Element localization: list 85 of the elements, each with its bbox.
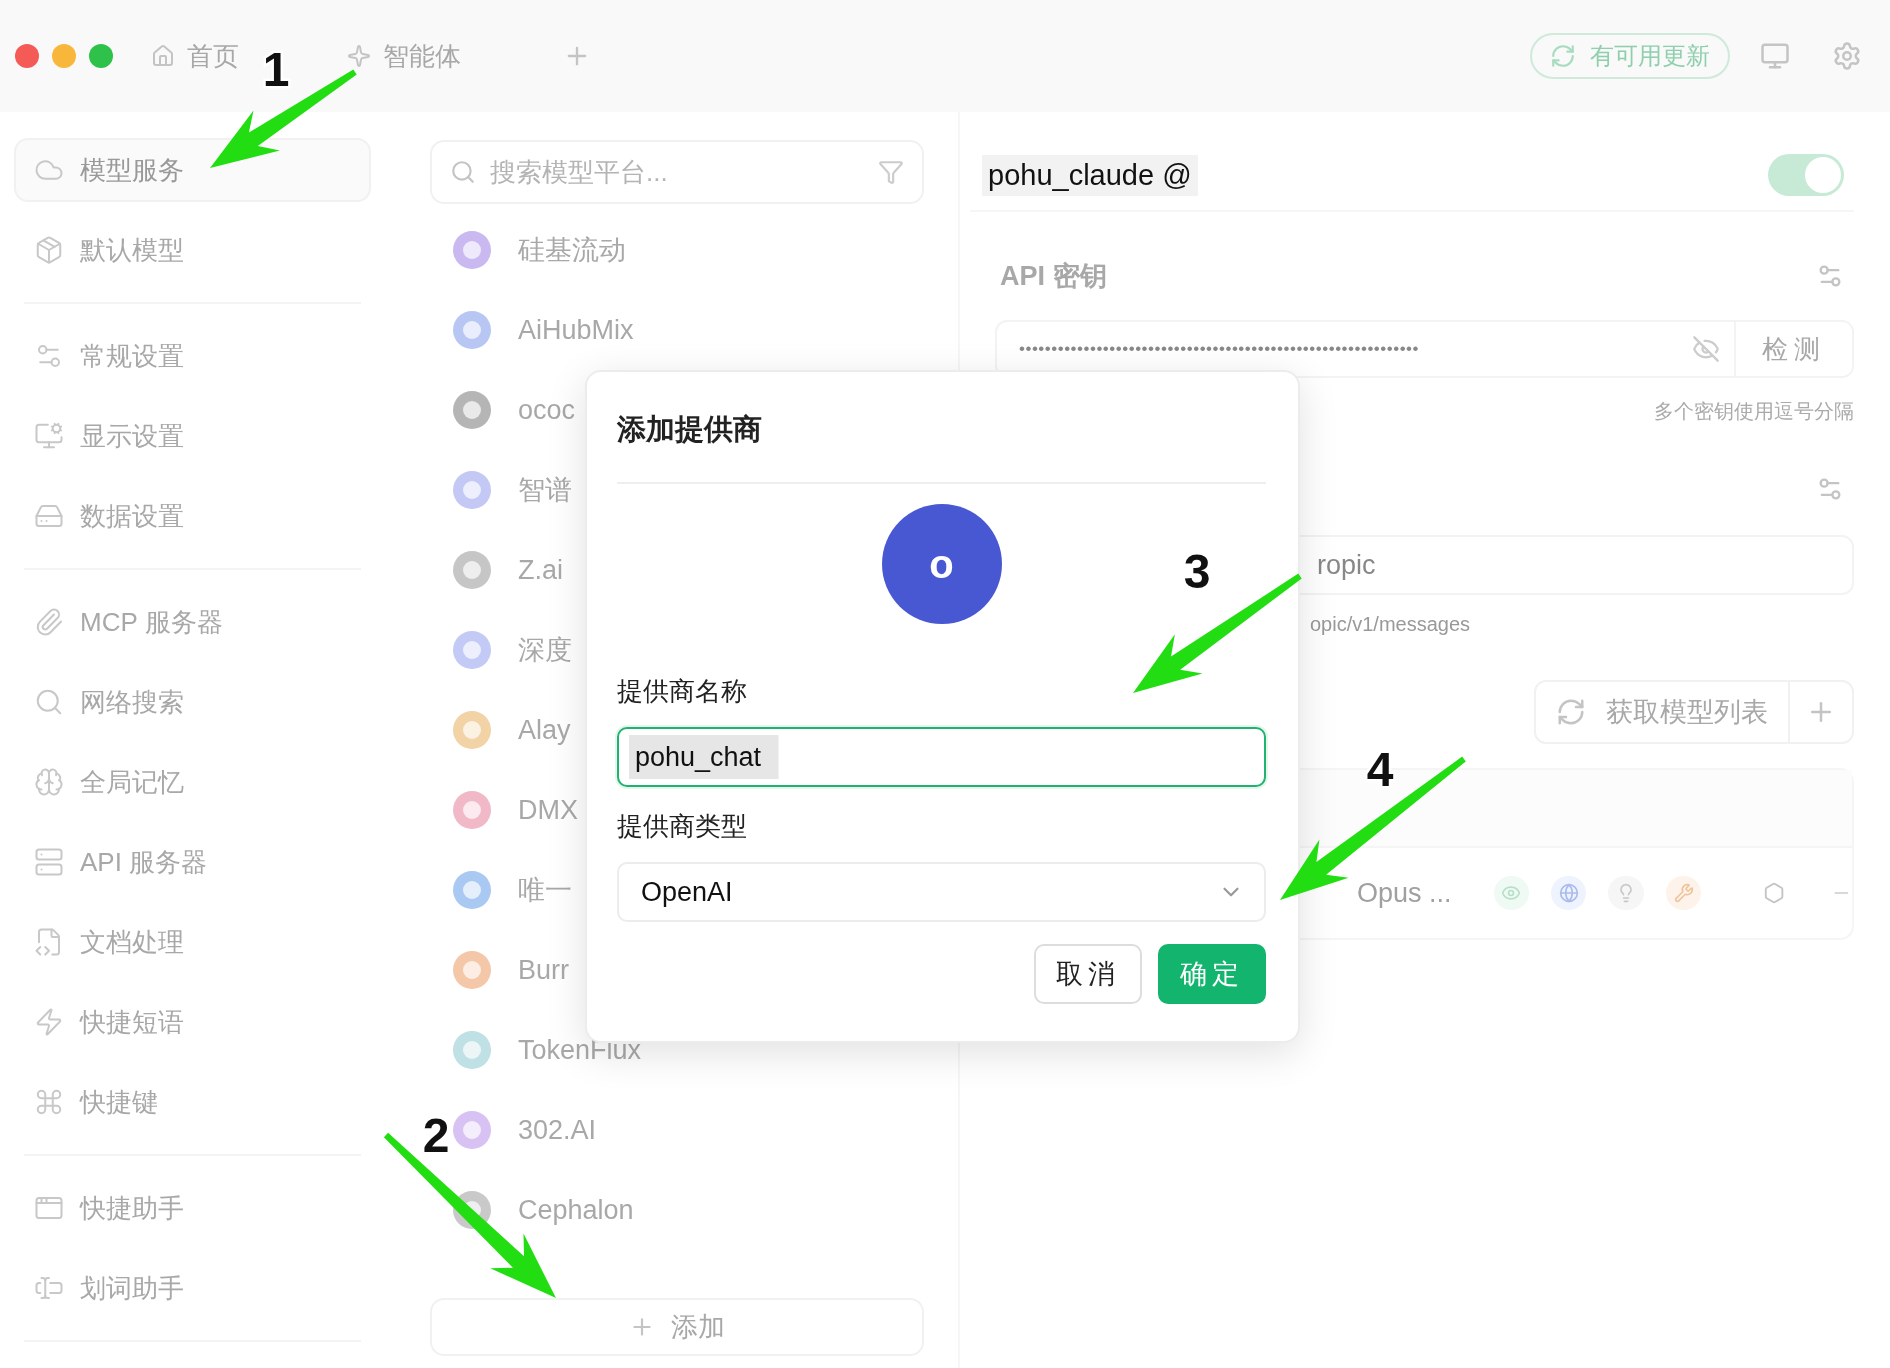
- globe-icon: [1558, 883, 1579, 903]
- provider-item[interactable]: 智谱: [518, 472, 572, 508]
- sidebar-item[interactable]: 文档处理: [14, 910, 371, 974]
- sidebar-item[interactable]: 网络搜索: [14, 670, 371, 734]
- search-field[interactable]: 搜索模型平台...: [430, 140, 924, 204]
- box-icon: [34, 235, 64, 265]
- logo-icon: [452, 1110, 492, 1150]
- filter-icon[interactable]: [878, 159, 904, 185]
- section-title: API 密钥: [1000, 260, 1107, 293]
- logo-icon: [452, 310, 492, 350]
- sidebar-item[interactable]: MCP 服务器: [14, 590, 371, 654]
- sidebar-item[interactable]: 划词助手: [14, 1256, 371, 1320]
- monitor-icon: [34, 421, 64, 451]
- logo-icon: [452, 870, 492, 910]
- hint-text: 多个密钥使用逗号分隔: [1654, 399, 1854, 424]
- add-button[interactable]: 添加: [430, 1298, 924, 1356]
- logo-icon: [452, 1030, 492, 1070]
- eye-icon: [1501, 883, 1522, 903]
- sidebar-item[interactable]: 数据设置: [14, 484, 371, 548]
- lightning-icon: [34, 1007, 64, 1037]
- provider-item[interactable]: DMX: [518, 794, 578, 826]
- home-icon: [151, 44, 175, 68]
- wrench-icon: [1673, 883, 1694, 903]
- minimize-button[interactable]: [52, 44, 76, 68]
- tab[interactable]: 首页: [145, 30, 245, 82]
- cancel-button[interactable]: 取消: [1034, 944, 1142, 1004]
- logo-icon: [452, 230, 492, 270]
- provider-item[interactable]: Z.ai: [518, 554, 563, 586]
- step-number: 2: [422, 1109, 450, 1162]
- confirm-button[interactable]: 确定: [1158, 944, 1266, 1004]
- sidebar-item[interactable]: API 服务器: [14, 830, 371, 894]
- provider-item[interactable]: Cephalon: [518, 1194, 634, 1226]
- provider-item[interactable]: Alay: [518, 714, 571, 746]
- model-name: Opus ...: [1357, 877, 1452, 909]
- hint-text: opic/v1/messages: [1309, 613, 1472, 636]
- field-label: 提供商名称: [617, 675, 748, 708]
- provider-item[interactable]: 302.AI: [518, 1114, 597, 1146]
- monitor-icon[interactable]: [1760, 41, 1790, 71]
- provider-item[interactable]: AiHubMix: [518, 314, 634, 346]
- eye-off-icon[interactable]: [1692, 335, 1720, 363]
- step-number: 3: [1183, 545, 1211, 598]
- sidebar-item[interactable]: 快捷短语: [14, 990, 371, 1054]
- update-button[interactable]: 有可用更新: [1530, 33, 1730, 79]
- maximize-button[interactable]: [89, 44, 113, 68]
- sparkle-icon: [347, 44, 371, 68]
- brain-icon: [34, 767, 64, 797]
- dialog-title: 添加提供商: [617, 400, 1266, 484]
- logo-icon: [452, 790, 492, 830]
- provider-item[interactable]: ococ: [518, 394, 576, 426]
- logo-icon: [452, 550, 492, 590]
- close-button[interactable]: [15, 44, 39, 68]
- settings-icon[interactable]: [1832, 41, 1862, 71]
- provider-item[interactable]: 唯一: [518, 872, 572, 908]
- logo-icon: [452, 470, 492, 510]
- name-field[interactable]: pohu_chat: [617, 727, 1266, 787]
- search-icon: [34, 687, 64, 717]
- sidebar-item[interactable]: 默认模型: [14, 218, 371, 282]
- sidebar-item[interactable]: 快捷键: [14, 1070, 371, 1134]
- logo-icon: [452, 390, 492, 430]
- paperclip-icon: [34, 607, 64, 637]
- step-number: 1: [262, 43, 290, 96]
- logo-icon: [452, 950, 492, 990]
- sidebar-item[interactable]: 模型服务: [14, 138, 371, 202]
- field-label: 提供商类型: [617, 810, 748, 843]
- type-select[interactable]: OpenAI: [617, 862, 1266, 922]
- tab[interactable]: 智能体: [341, 30, 467, 82]
- provider-item[interactable]: 深度: [518, 632, 572, 668]
- enable-toggle[interactable]: [1768, 154, 1844, 196]
- step-number: 4: [1366, 743, 1394, 796]
- fetch-models-button[interactable]: 获取模型列表: [1534, 680, 1854, 744]
- sidebar-item[interactable]: 常规设置: [14, 324, 371, 388]
- sidebar-item[interactable]: 全局记忆: [14, 750, 371, 814]
- logo-icon: [452, 630, 492, 670]
- provider-item[interactable]: Burr: [518, 954, 569, 986]
- search-icon: [450, 159, 476, 185]
- provider-item[interactable]: 硅基流动: [518, 232, 626, 268]
- provider-title: pohu_claude @: [982, 154, 1198, 196]
- logo-icon: [452, 710, 492, 750]
- refresh-icon: [1550, 43, 1576, 69]
- provider-avatar[interactable]: o: [881, 504, 1002, 624]
- sidebar-item[interactable]: 显示设置: [14, 404, 371, 468]
- command-icon: [34, 1087, 64, 1117]
- sidebar-item[interactable]: 快捷助手: [14, 1176, 371, 1240]
- server-icon: [34, 847, 64, 877]
- refresh-icon: [1556, 697, 1586, 727]
